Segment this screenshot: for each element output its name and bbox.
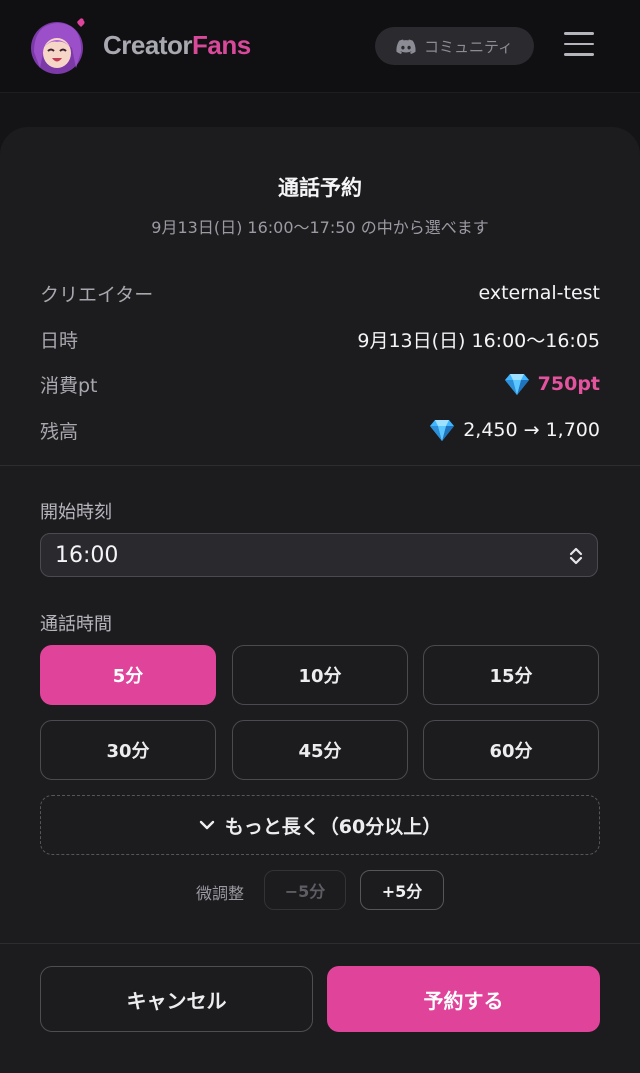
booking-sheet: 通話予約 9月13日(日) 16:00〜17:50 の中から選べます クリエイタ… [0, 127, 640, 1073]
cost-value: 750pt [537, 373, 600, 395]
duration-label: 通話時間 [40, 614, 112, 635]
datetime-value: 9月13日(日) 16:00〜16:05 [357, 329, 600, 352]
diamond-gem-icon [430, 420, 455, 441]
app-header: CreatorFans コミュニティ [0, 0, 640, 93]
more-duration-button[interactable]: もっと長く（60分以上） [40, 795, 600, 855]
plus-5min-button[interactable]: +5分 [360, 870, 444, 910]
datetime-label: 日時 [40, 329, 79, 352]
balance-label: 残高 [40, 420, 79, 443]
diamond-gem-icon [504, 374, 529, 395]
info-row-cost: 消費pt 750pt [40, 369, 600, 399]
duration-option-5[interactable]: 5分 [40, 645, 216, 705]
discord-icon [396, 39, 416, 54]
chevron-updown-icon [569, 547, 583, 565]
divider [0, 465, 640, 466]
balance-value: 2,450 → 1,700 [463, 419, 600, 441]
sheet-subtitle: 9月13日(日) 16:00〜17:50 の中から選べます [151, 218, 489, 237]
fine-adjust-label: 微調整 [196, 884, 245, 903]
community-button[interactable]: コミュニティ [375, 27, 534, 65]
reserve-button[interactable]: 予約する [327, 966, 600, 1032]
start-time-value: 16:00 [55, 542, 119, 568]
duration-option-60[interactable]: 60分 [423, 720, 599, 780]
community-label: コミュニティ [423, 37, 514, 56]
cost-value-wrap: 750pt [504, 372, 600, 396]
creator-label: クリエイター [40, 283, 154, 306]
sheet-title: 通話予約 [278, 176, 362, 200]
cost-label: 消費pt [40, 374, 98, 397]
start-time-label: 開始時刻 [40, 502, 112, 523]
minus-5min-button[interactable]: −5分 [264, 870, 346, 910]
duration-option-30[interactable]: 30分 [40, 720, 216, 780]
duration-option-10[interactable]: 10分 [232, 645, 408, 705]
info-row-balance: 残高 2,450 → 1,700 [40, 415, 600, 445]
cancel-button[interactable]: キャンセル [40, 966, 313, 1032]
info-row-datetime: 日時 9月13日(日) 16:00〜16:05 [40, 324, 600, 354]
more-duration-label: もっと長く（60分以上） [224, 815, 442, 838]
duration-option-15[interactable]: 15分 [423, 645, 599, 705]
hamburger-menu-icon[interactable] [564, 32, 594, 58]
creator-value: external-test [478, 282, 600, 304]
balance-value-wrap: 2,450 → 1,700 [429, 418, 600, 442]
info-row-creator: クリエイター external-test [40, 278, 600, 308]
brand-part1: Creator [103, 30, 192, 60]
brand-part2: Fans [191, 30, 251, 60]
start-time-select[interactable]: 16:00 [40, 533, 598, 577]
duration-option-45[interactable]: 45分 [232, 720, 408, 780]
logo-avatar-icon[interactable] [28, 18, 88, 76]
footer-divider [0, 943, 640, 944]
brand-logo-text[interactable]: CreatorFans [103, 30, 251, 61]
chevron-down-icon [199, 820, 214, 830]
